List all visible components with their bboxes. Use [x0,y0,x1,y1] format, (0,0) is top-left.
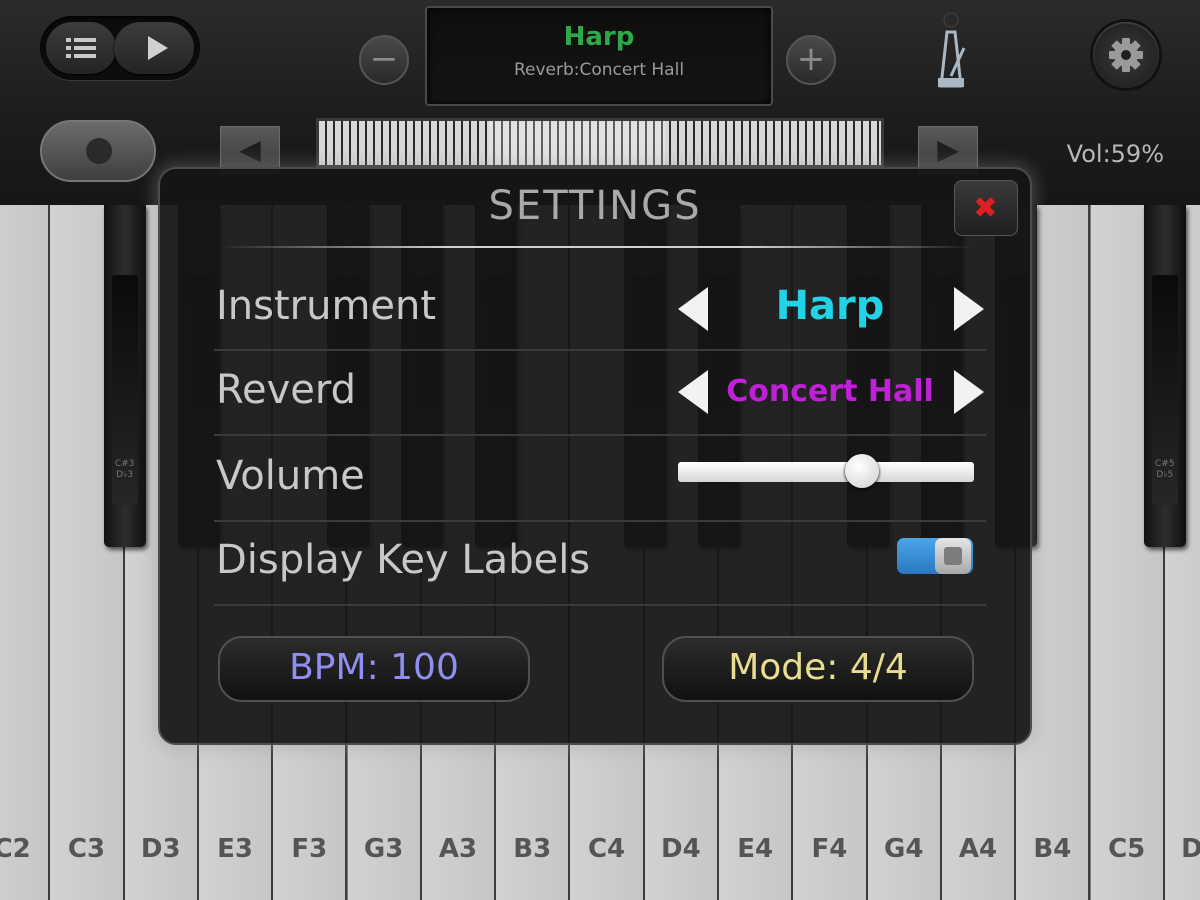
reverb-next-arrow[interactable] [954,370,984,414]
row-divider [214,349,986,351]
reverb-label: Reverd [216,367,357,413]
black-key-label: C#5 D♭5 [1144,459,1186,481]
black-key-label: C#3 D♭3 [104,459,146,481]
record-icon [86,138,112,164]
reverb-value: Concert Hall [726,374,934,409]
black-key-flat-label: D♭3 [116,470,134,480]
keyboard-navigator[interactable] [316,118,884,168]
key-label: F4 [811,834,848,864]
menu-button[interactable] [46,22,116,74]
row-divider [214,434,986,436]
gear-icon [1109,38,1143,72]
next-instrument-button[interactable]: + [786,35,836,85]
key-label: D5 [1181,834,1200,864]
key-labels-toggle[interactable] [897,538,973,574]
key-label: C3 [67,834,106,864]
key-label: A4 [958,834,998,864]
volume-readout: Vol:59% [1066,140,1164,168]
instrument-display: Harp Reverb:Concert Hall [425,6,773,106]
metronome-icon [938,12,966,88]
black-key-sharp-label: C#5 [1155,459,1175,469]
key-label: C5 [1108,834,1146,864]
key-label: G3 [363,834,404,864]
key-label: G4 [884,834,924,864]
black-key[interactable]: C#3 D♭3 [103,205,146,547]
settings-button[interactable] [1093,22,1159,88]
settings-title: SETTINGS [488,183,702,229]
key-label: D3 [140,834,181,864]
previous-instrument-button[interactable]: − [359,35,409,85]
display-instrument: Harp [563,22,635,52]
row-divider [214,604,986,606]
key-labels-label: Display Key Labels [216,537,591,583]
volume-slider[interactable] [678,462,974,482]
toggle-knob-grip [944,547,962,565]
instrument-label: Instrument [216,283,437,329]
record-button[interactable] [40,120,156,182]
volume-label: Volume [216,453,365,499]
volume-slider-thumb[interactable] [844,454,879,488]
instrument-value: Harp [775,283,885,329]
toggle-knob [935,538,971,574]
key-label: E3 [217,834,253,864]
row-divider [214,520,986,522]
reverb-prev-arrow[interactable] [678,370,708,414]
title-divider [220,246,975,248]
list-icon [66,38,96,58]
black-key-flat-label: D♭5 [1156,470,1174,480]
metronome-button[interactable] [924,10,978,90]
key-label: B3 [513,834,552,864]
black-key[interactable]: C#5 D♭5 [1143,205,1186,547]
settings-dialog: SETTINGS ✖ Instrument Harp Reverd Concer… [158,167,1032,745]
white-key[interactable]: C2 [0,205,51,900]
display-reverb: Reverb:Concert Hall [513,60,685,80]
key-label: F3 [291,834,328,864]
key-label: D4 [660,834,701,864]
menu-play-group [40,16,200,80]
mode-button[interactable]: Mode: 4/4 [662,636,974,702]
key-label: C2 [0,834,31,864]
key-label: A3 [438,834,478,864]
bpm-button[interactable]: BPM: 100 [218,636,530,702]
close-button[interactable]: ✖ [954,180,1018,236]
instrument-next-arrow[interactable] [954,287,984,331]
key-label: E4 [737,834,774,864]
black-key-sharp-label: C#3 [114,459,135,469]
instrument-prev-arrow[interactable] [678,287,708,331]
play-icon [148,36,168,60]
play-button[interactable] [114,22,194,74]
key-label: C4 [587,834,626,864]
navigator-viewport[interactable] [489,121,665,165]
key-label: B4 [1033,834,1072,864]
